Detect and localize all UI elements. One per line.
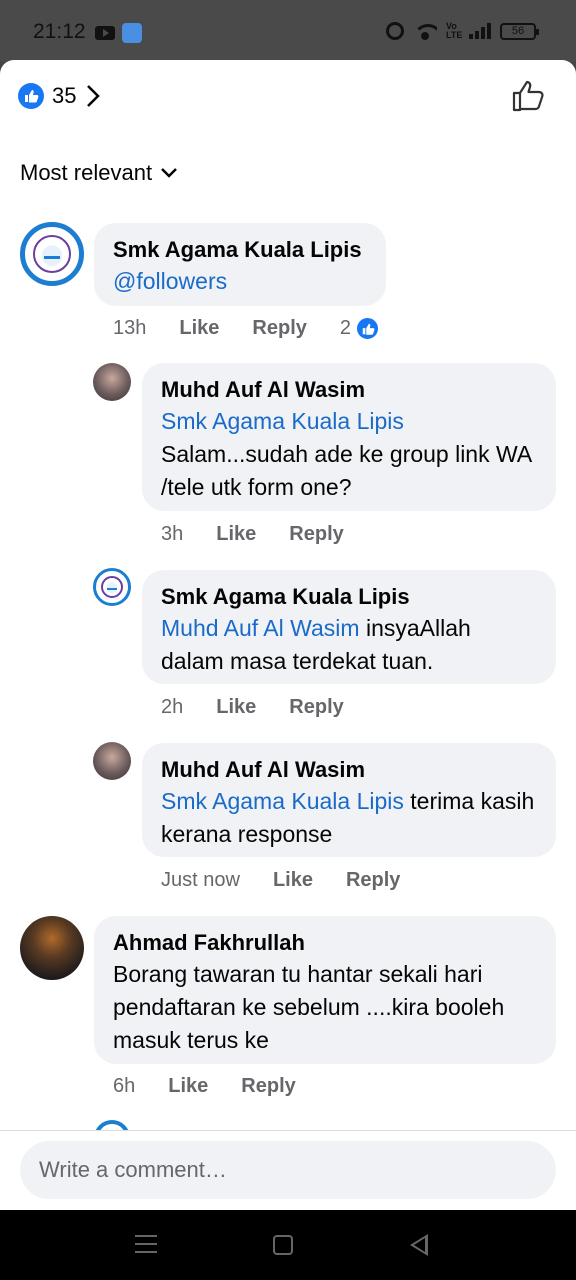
reply-button[interactable]: Reply xyxy=(289,696,343,719)
comment-actions: 6h Like Reply xyxy=(113,1075,329,1098)
comment-bubble: Ahmad Fakhrullah Borang tawaran tu hanta… xyxy=(94,916,556,1064)
comment-bubble: Smk Agama Kuala Lipis @followers xyxy=(94,223,386,306)
reaction-summary[interactable]: 35 xyxy=(18,82,102,110)
comment-time[interactable]: 6h xyxy=(113,1075,135,1098)
status-icons: Vo LTE 56 xyxy=(386,21,539,40)
recent-apps-button[interactable] xyxy=(135,1235,157,1253)
comment-actions: 13h Like Reply 2 xyxy=(113,316,380,341)
comment-actions: 3h Like Reply xyxy=(161,523,377,546)
status-time: 21:12 xyxy=(33,20,86,43)
signal-icon xyxy=(469,23,491,39)
system-nav-bar xyxy=(0,1210,576,1280)
avatar[interactable] xyxy=(93,742,131,780)
comment-body: Muhd Auf Al Wasim insyaAllah dalam masa … xyxy=(161,612,537,678)
comment-composer xyxy=(0,1130,576,1210)
reply-button[interactable]: Reply xyxy=(289,523,343,546)
like-button[interactable]: Like xyxy=(216,523,256,546)
comment-actions: Just now Like Reply xyxy=(161,869,433,892)
chevron-down-icon xyxy=(161,168,177,178)
comment-mention[interactable]: Smk Agama Kuala Lipis xyxy=(161,788,404,814)
wifi-icon xyxy=(413,22,437,40)
comment-bubble: Muhd Auf Al Wasim Smk Agama Kuala Lipis … xyxy=(142,743,556,857)
sort-label: Most relevant xyxy=(20,160,153,185)
reaction-number: 2 xyxy=(339,317,351,339)
avatar[interactable] xyxy=(20,916,84,980)
comment-reaction-count[interactable]: 2 xyxy=(340,316,380,341)
home-button[interactable] xyxy=(273,1235,293,1255)
comment-time[interactable]: 3h xyxy=(161,523,183,546)
reply-button[interactable]: Reply xyxy=(346,869,400,892)
avatar[interactable] xyxy=(93,568,131,606)
comment-author[interactable]: Smk Agama Kuala Lipis xyxy=(113,235,367,265)
comments-sheet: 35 Most relevant Smk Agama Kuala Lipis @… xyxy=(0,60,576,1210)
like-button[interactable]: Like xyxy=(179,317,219,340)
comment-actions: 2h Like Reply xyxy=(161,696,377,719)
like-button[interactable]: Like xyxy=(216,696,256,719)
comment-time[interactable]: Just now xyxy=(161,869,240,892)
comment-text: Salam...sudah ade ke group link WA /tele… xyxy=(161,441,531,500)
like-outline-icon[interactable] xyxy=(510,78,546,114)
comment-time[interactable]: 13h xyxy=(113,317,146,340)
back-button[interactable] xyxy=(410,1234,428,1256)
reply-button[interactable]: Reply xyxy=(252,317,306,340)
volte-icon: Vo LTE xyxy=(446,21,463,40)
comment-author[interactable]: Muhd Auf Al Wasim xyxy=(161,755,537,785)
comment-text: Borang tawaran tu hantar sekali hari pen… xyxy=(113,961,505,1053)
alarm-icon xyxy=(386,22,404,40)
like-button[interactable]: Like xyxy=(273,869,313,892)
comment-mention[interactable]: Smk Agama Kuala Lipis xyxy=(161,405,537,438)
like-reaction-icon xyxy=(18,83,44,109)
comment-mention[interactable]: @followers xyxy=(113,265,367,298)
comment-bubble: Muhd Auf Al Wasim Smk Agama Kuala Lipis … xyxy=(142,363,556,511)
messenger-notification-icon xyxy=(122,23,142,43)
avatar[interactable] xyxy=(20,222,84,286)
sort-dropdown[interactable]: Most relevant xyxy=(20,160,178,186)
comment-body: Smk Agama Kuala Lipis terima kasih keran… xyxy=(161,785,537,851)
comment-author[interactable]: Ahmad Fakhrullah xyxy=(113,928,537,958)
reaction-count: 35 xyxy=(52,83,77,108)
like-reaction-icon xyxy=(355,316,380,341)
comment-author[interactable]: Muhd Auf Al Wasim xyxy=(161,375,537,405)
reply-button[interactable]: Reply xyxy=(241,1075,295,1098)
comment-bubble: Smk Agama Kuala Lipis Muhd Auf Al Wasim … xyxy=(142,570,556,684)
youtube-notification-icon xyxy=(95,26,115,40)
comment-mention[interactable]: Muhd Auf Al Wasim xyxy=(161,615,360,641)
like-button[interactable]: Like xyxy=(168,1075,208,1098)
status-bar: 21:12 Vo LTE 56 xyxy=(0,0,576,62)
chevron-right-icon xyxy=(84,82,102,110)
comment-input[interactable] xyxy=(20,1141,556,1199)
comment-time[interactable]: 2h xyxy=(161,696,183,719)
comment-author[interactable]: Smk Agama Kuala Lipis xyxy=(161,582,537,612)
avatar[interactable] xyxy=(93,363,131,401)
battery-icon: 56 xyxy=(500,22,539,40)
